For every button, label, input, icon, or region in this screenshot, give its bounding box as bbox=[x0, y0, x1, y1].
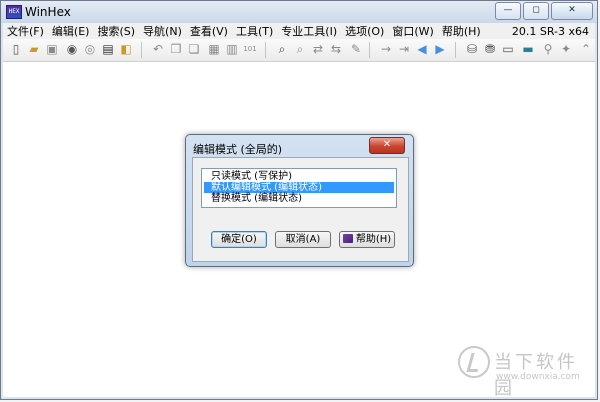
watermark: 当下软件园 www.downxia.com bbox=[458, 344, 588, 399]
ram-editor-icon[interactable]: ⛃ bbox=[483, 42, 497, 56]
watermark-url: www.downxia.com bbox=[496, 372, 580, 382]
find-icon[interactable]: ⌕ bbox=[275, 42, 289, 56]
list-option-in-place[interactable]: 替换模式 (编辑状态) bbox=[204, 193, 394, 204]
template-icon[interactable]: ▬ bbox=[521, 42, 535, 56]
dialog-title: 编辑模式 (全局的) bbox=[193, 143, 283, 156]
paste-icon[interactable]: ❏ bbox=[187, 42, 201, 56]
disk-editor-icon[interactable]: ⛁ bbox=[465, 42, 479, 56]
new-file-icon[interactable]: ▯ bbox=[9, 42, 23, 56]
toolbar-separator bbox=[265, 42, 266, 58]
dialog-close-button[interactable]: ✕ bbox=[369, 137, 405, 154]
toolbar: ▯ ▰ ▣ ◉ ◎ ▤ ◧ ↶ ❐ ❏ ▦ ▥ 101 ⌕ ⌕ ⇄ ⇆ ✎ → … bbox=[3, 39, 595, 62]
export-icon[interactable]: ◧ bbox=[119, 42, 133, 56]
close-icon: ✕ bbox=[382, 139, 392, 150]
hex-calculator-icon[interactable]: ▭ bbox=[501, 42, 515, 56]
help-book-icon bbox=[342, 234, 353, 243]
edit-mode-dialog: 编辑模式 (全局的) ✕ 只读模式 (写保护) 默认编辑模式 (编辑状态) 替换… bbox=[185, 134, 414, 267]
edit-mode-listbox[interactable]: 只读模式 (写保护) 默认编辑模式 (编辑状态) 替换模式 (编辑状态) bbox=[201, 168, 397, 208]
restore-button[interactable]: ◻ bbox=[523, 2, 549, 20]
minimize-button[interactable]: — bbox=[495, 2, 521, 20]
menu-search[interactable]: 搜索(S) bbox=[93, 23, 139, 39]
paste-block-icon[interactable]: ▥ bbox=[225, 42, 239, 56]
close-button[interactable]: ✕ bbox=[551, 2, 593, 20]
open-file-icon[interactable]: ▰ bbox=[27, 42, 41, 56]
menu-view[interactable]: 查看(V) bbox=[186, 23, 232, 39]
goto-offset-icon[interactable]: → bbox=[379, 42, 393, 56]
toolbar-separator bbox=[141, 42, 142, 58]
menu-specialist-tools[interactable]: 专业工具(I) bbox=[277, 23, 341, 39]
find-hex-icon[interactable]: ⌕ bbox=[293, 42, 307, 56]
menu-edit[interactable]: 编辑(E) bbox=[48, 23, 94, 39]
list-option-default-edit[interactable]: 默认编辑模式 (编辑状态) bbox=[204, 182, 394, 193]
menu-navigation[interactable]: 导航(N) bbox=[139, 23, 186, 39]
back-icon[interactable]: ◀ bbox=[415, 42, 429, 56]
caption-buttons: — ◻ ✕ bbox=[493, 2, 593, 20]
menu-file[interactable]: 文件(F) bbox=[3, 23, 48, 39]
menu-tools[interactable]: 工具(T) bbox=[232, 23, 277, 39]
list-option-readonly[interactable]: 只读模式 (写保护) bbox=[204, 171, 394, 182]
menu-window[interactable]: 窗口(W) bbox=[388, 23, 437, 39]
dialog-body: 只读模式 (写保护) 默认编辑模式 (编辑状态) 替换模式 (编辑状态) 确定(… bbox=[192, 157, 409, 262]
binary-icon[interactable]: 101 bbox=[243, 42, 257, 56]
wand-icon[interactable]: ⌃ bbox=[579, 42, 593, 56]
save-disk-icon[interactable]: ◎ bbox=[83, 42, 97, 56]
cancel-button[interactable]: 取消(A) bbox=[275, 231, 331, 248]
toolbar-separator bbox=[369, 42, 370, 58]
toolbar-separator bbox=[455, 42, 456, 58]
find-next-icon[interactable]: ✎ bbox=[349, 42, 363, 56]
replace-hex-icon[interactable]: ⇆ bbox=[329, 42, 343, 56]
watermark-logo-icon bbox=[458, 346, 490, 378]
window-title: WinHex bbox=[25, 5, 71, 19]
menu-help[interactable]: 帮助(H) bbox=[438, 23, 485, 39]
menu-options[interactable]: 选项(O) bbox=[341, 23, 388, 39]
save-icon[interactable]: ▣ bbox=[45, 42, 59, 56]
copy-block-icon[interactable]: ▦ bbox=[207, 42, 221, 56]
title-bar[interactable]: HEX WinHex — ◻ ✕ bbox=[1, 1, 597, 23]
zoom-icon[interactable]: ⚲ bbox=[541, 42, 555, 56]
help-button-label: 帮助(H) bbox=[355, 234, 392, 245]
replace-icon[interactable]: ⇄ bbox=[311, 42, 325, 56]
wand-icon[interactable]: ✦ bbox=[559, 42, 573, 56]
menu-bar: 文件(F) 编辑(E) 搜索(S) 导航(N) 查看(V) 工具(T) 专业工具… bbox=[3, 23, 595, 40]
open-disk-icon[interactable]: ◉ bbox=[65, 42, 79, 56]
undo-icon[interactable]: ↶ bbox=[151, 42, 165, 56]
version-label: 20.1 SR-3 x64 bbox=[511, 24, 589, 38]
copy-icon[interactable]: ❐ bbox=[169, 42, 183, 56]
winhex-app-icon[interactable]: HEX bbox=[6, 5, 22, 19]
ok-button[interactable]: 确定(O) bbox=[211, 231, 267, 248]
forward-icon[interactable]: ▶ bbox=[433, 42, 447, 56]
help-button[interactable]: 帮助(H) bbox=[339, 231, 395, 248]
properties-icon[interactable]: ▤ bbox=[101, 42, 115, 56]
goto-sector-icon[interactable]: ⇥ bbox=[397, 42, 411, 56]
